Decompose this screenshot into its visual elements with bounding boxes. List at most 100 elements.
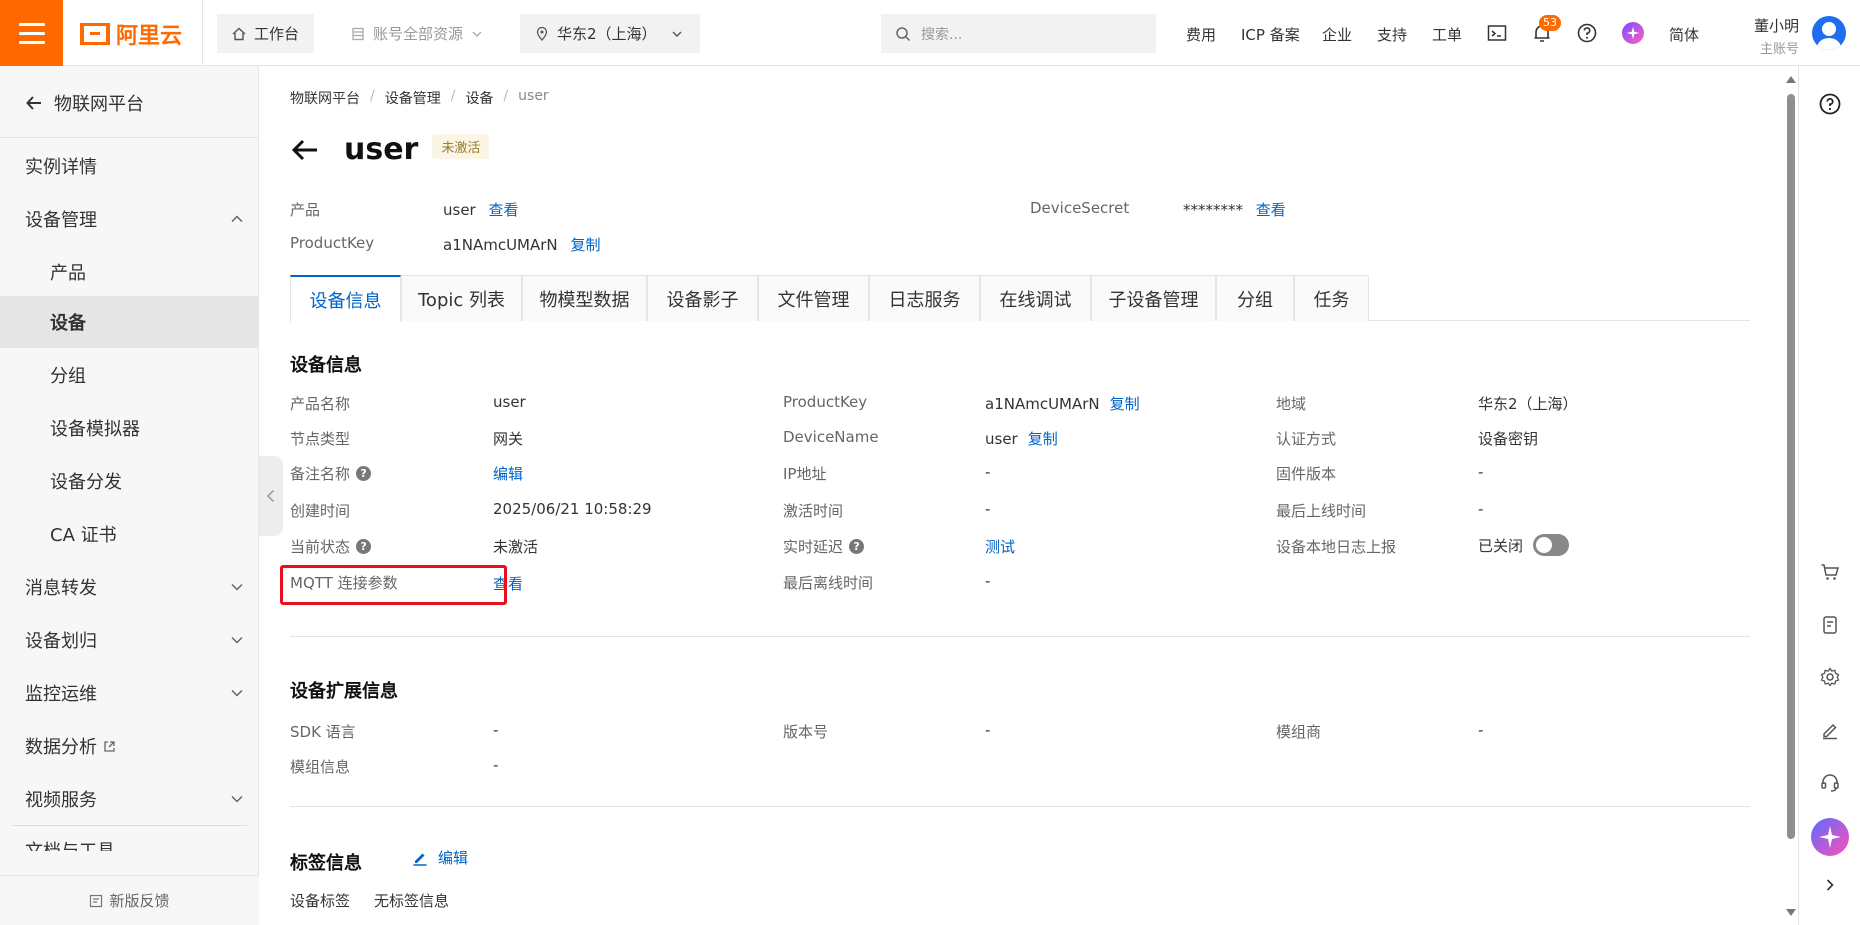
settings-gear-icon[interactable]: [1818, 665, 1842, 689]
tab-log-service[interactable]: 日志服务: [869, 275, 980, 321]
chevron-down-icon: [231, 583, 243, 591]
devicesecret-label: DeviceSecret: [1030, 199, 1130, 217]
sidebar-item-device-assignment[interactable]: 设备划归: [0, 614, 259, 666]
nav-fees[interactable]: 费用: [1186, 24, 1216, 45]
sidebar-item-label: 监控运维: [25, 684, 97, 705]
main-scrollbar[interactable]: [1785, 66, 1797, 925]
copy-productkey-link[interactable]: 复制: [570, 236, 600, 254]
cart-icon[interactable]: [1818, 560, 1842, 584]
scroll-thumb[interactable]: [1787, 94, 1795, 839]
tab-label: 文件管理: [777, 289, 850, 311]
breadcrumb-device[interactable]: 设备: [465, 88, 493, 108]
help-icon[interactable]: ?: [356, 466, 372, 481]
sdk-language-value: -: [493, 721, 499, 739]
scroll-down-arrow[interactable]: [1786, 909, 1796, 916]
breadcrumb-iot-platform[interactable]: 物联网平台: [290, 88, 360, 108]
view-devicesecret-link[interactable]: 查看: [1256, 201, 1286, 219]
sidebar-item-message-forwarding[interactable]: 消息转发: [0, 561, 259, 613]
sidebar-item-product[interactable]: 产品: [0, 246, 259, 298]
nav-icp[interactable]: ICP 备案: [1241, 24, 1300, 45]
sidebar-item-label: 设备分发: [50, 472, 122, 493]
device-info-title: 设备信息: [290, 355, 362, 376]
edit-icon[interactable]: [1818, 718, 1842, 742]
devicename-label: DeviceName: [783, 428, 879, 446]
copy-productkey-button[interactable]: 复制: [1110, 393, 1140, 414]
chevron-right-icon[interactable]: [1818, 873, 1842, 897]
sidebar-item-group[interactable]: 分组: [0, 349, 259, 401]
tab-thing-model-data[interactable]: 物模型数据: [522, 275, 647, 321]
main-content: 物联网平台 / 设备管理 / 设备 / user user 未激活 产品 use…: [260, 66, 1785, 925]
search-input[interactable]: 搜索...: [881, 14, 1156, 53]
nav-ticket[interactable]: 工单: [1432, 24, 1462, 45]
sidebar-item-label: 设备模拟器: [50, 419, 140, 440]
user-name[interactable]: 董小明: [1754, 15, 1799, 36]
tab-topic-list[interactable]: Topic 列表: [401, 275, 522, 321]
user-avatar[interactable]: [1812, 16, 1846, 50]
copy-devicename-button[interactable]: 复制: [1028, 428, 1058, 449]
edit-tags-button[interactable]: 编辑: [412, 847, 468, 868]
language-switch[interactable]: 简体: [1669, 24, 1699, 45]
scroll-up-arrow[interactable]: [1786, 76, 1796, 83]
tab-file-management[interactable]: 文件管理: [758, 275, 869, 321]
sidebar-item-device[interactable]: 设备: [0, 296, 259, 348]
document-icon[interactable]: [1818, 613, 1842, 637]
sidebar-item-monitoring-ops[interactable]: 监控运维: [0, 667, 259, 719]
last-offline-value: -: [985, 572, 991, 590]
tab-sub-device-management[interactable]: 子设备管理: [1091, 275, 1216, 321]
mqtt-highlight-box: [280, 565, 507, 605]
sidebar-item-device-management[interactable]: 设备管理: [0, 193, 259, 245]
local-log-toggle[interactable]: [1533, 534, 1570, 556]
workbench-button[interactable]: 工作台: [217, 14, 315, 53]
devicename-value: user: [985, 429, 1018, 448]
product-row: 产品: [290, 199, 320, 220]
node-type-label: 节点类型: [290, 430, 351, 448]
sidebar-item-label: 产品: [50, 263, 86, 284]
main-menu-button[interactable]: [0, 0, 63, 66]
tab-group[interactable]: 分组: [1216, 275, 1294, 321]
sidebar-item-device-distribution[interactable]: 设备分发: [0, 455, 259, 507]
sidebar-item-device-simulator[interactable]: 设备模拟器: [0, 402, 259, 454]
firmware-version-value: -: [1478, 463, 1484, 481]
last-online-label: 最后上线时间: [1276, 502, 1367, 520]
view-product-link[interactable]: 查看: [489, 201, 519, 219]
back-to-iot-platform[interactable]: 物联网平台: [26, 90, 144, 116]
resource-scope-dropdown[interactable]: 账号全部资源: [336, 14, 499, 53]
tab-device-info[interactable]: 设备信息: [290, 275, 401, 322]
new-version-feedback-button[interactable]: 新版反馈: [0, 875, 259, 925]
tab-device-shadow[interactable]: 设备影子: [647, 275, 758, 321]
external-link-icon: [104, 740, 115, 752]
help-icon[interactable]: [1576, 22, 1598, 44]
sidebar-item-label: 设备划归: [25, 631, 97, 652]
arrow-left-icon: [26, 96, 41, 110]
notification-count-badge: 53: [1539, 15, 1561, 31]
logo-text: 阿里云: [116, 24, 183, 49]
nav-enterprise[interactable]: 企业: [1322, 24, 1352, 45]
latency-test-link[interactable]: 测试: [985, 536, 1015, 557]
tab-label: 物模型数据: [539, 289, 630, 311]
back-arrow-icon[interactable]: [290, 135, 320, 165]
help-circle-icon[interactable]: [1818, 92, 1842, 116]
nav-support[interactable]: 支持: [1377, 24, 1407, 45]
node-type-value: 网关: [493, 430, 524, 448]
sidebar-item-data-analysis[interactable]: 数据分析: [0, 720, 259, 772]
extension-info-title: 设备扩展信息: [290, 681, 398, 702]
sidebar-item-ca-certificate[interactable]: CA 证书: [0, 508, 259, 560]
region-selector[interactable]: 华东2（上海）: [520, 14, 700, 53]
sidebar-item-label: 数据分析: [25, 737, 97, 758]
aliyun-logo[interactable]: 阿里云: [80, 20, 183, 49]
breadcrumb-device-management[interactable]: 设备管理: [385, 88, 441, 108]
tab-online-debug[interactable]: 在线调试: [980, 275, 1091, 321]
tab-label: 任务: [1313, 289, 1350, 311]
chevron-up-icon: [231, 215, 243, 223]
ai-assistant-float-icon[interactable]: [1811, 818, 1849, 856]
breadcrumb-separator: /: [370, 88, 375, 104]
help-icon[interactable]: ?: [356, 539, 372, 554]
ai-assistant-icon[interactable]: [1622, 22, 1644, 44]
tab-task[interactable]: 任务: [1294, 275, 1369, 321]
cloud-shell-icon[interactable]: [1486, 22, 1508, 44]
help-icon[interactable]: ?: [849, 539, 865, 554]
sidebar-item-video-service[interactable]: 视频服务: [0, 773, 259, 825]
customer-service-headset-icon[interactable]: [1818, 771, 1842, 795]
sidebar-item-instance-detail[interactable]: 实例详情: [0, 140, 259, 192]
edit-remark-link[interactable]: 编辑: [493, 463, 523, 484]
